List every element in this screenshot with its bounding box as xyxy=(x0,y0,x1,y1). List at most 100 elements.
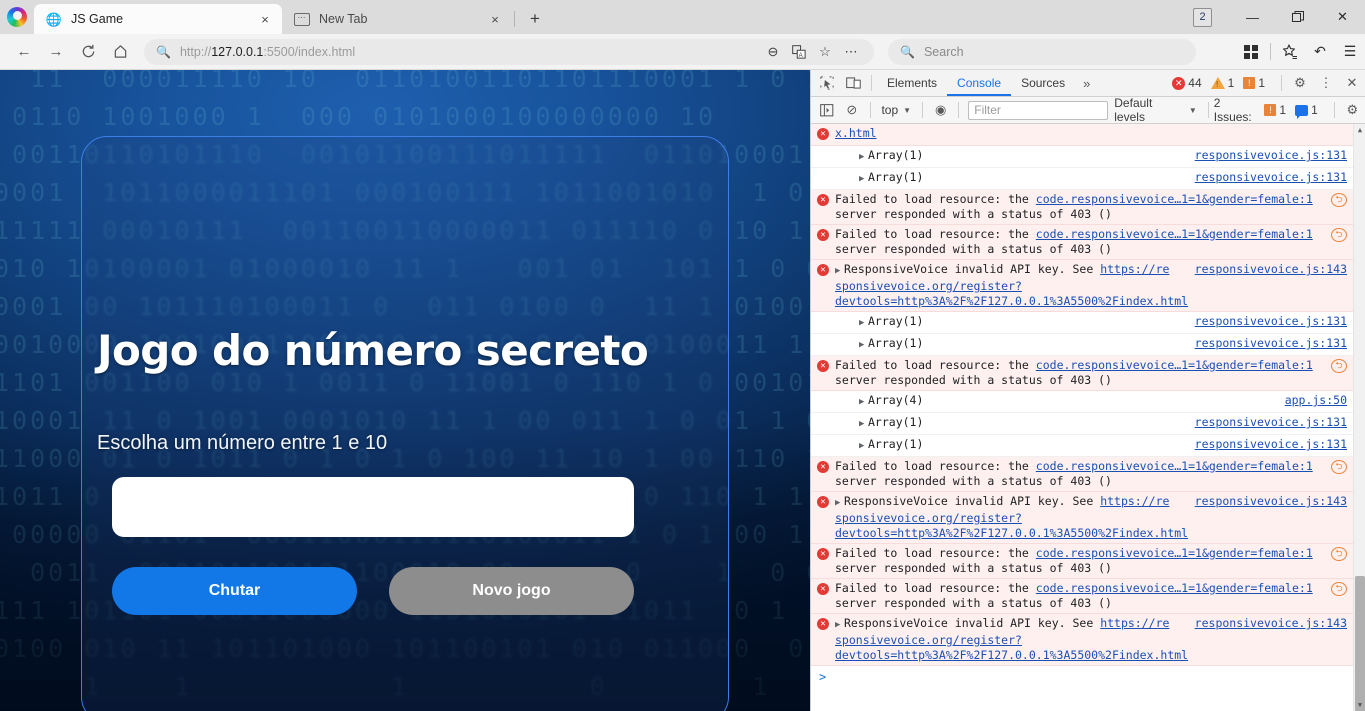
console-message-text: ▶ Array(1) xyxy=(835,336,1185,353)
console-message-row[interactable]: ✕ Failed to load resource: the code.respo… xyxy=(811,457,1353,492)
console-message-text: ▶ Array(1) xyxy=(835,148,1185,165)
console-message-row[interactable]: ▶ Array(1) responsivevoice.js:131 xyxy=(811,168,1353,190)
tab-console[interactable]: Console xyxy=(947,70,1011,96)
inspect-cursor-glyph xyxy=(820,76,834,90)
warning-count: 1 xyxy=(1227,76,1235,90)
devtools-kebab-icon[interactable]: ⋮ xyxy=(1313,71,1339,95)
reload-button[interactable] xyxy=(72,38,104,66)
console-source-link[interactable]: responsivevoice.js:131 xyxy=(1185,336,1347,350)
console-scrollbar[interactable]: ▲ ▼ xyxy=(1353,124,1365,711)
console-message-row[interactable]: ✕ x.html xyxy=(811,124,1353,146)
log-level-selector[interactable]: Default levels ▼ xyxy=(1108,96,1203,124)
console-message-row[interactable]: ✕ Failed to load resource: the code.respo… xyxy=(811,356,1353,391)
console-prompt[interactable]: > xyxy=(811,666,1353,688)
console-message-row[interactable]: ▶ Array(1) responsivevoice.js:131 xyxy=(811,312,1353,334)
console-source-link[interactable]: responsivevoice.js:143 xyxy=(1185,616,1347,630)
console-message-row[interactable]: ▶ Array(4) app.js:50 xyxy=(811,391,1353,413)
more-actions-icon[interactable]: ⋯ xyxy=(838,40,864,64)
favorites-icon[interactable] xyxy=(1275,38,1305,66)
close-window-button[interactable]: ✕ xyxy=(1320,0,1365,34)
console-message-text: Failed to load resource: the code.respon… xyxy=(835,192,1313,221)
toolbar-divider xyxy=(1270,43,1271,60)
device-toolbar-icon[interactable] xyxy=(840,71,866,95)
tab-strip: 🌐 JS Game × ⋯ New Tab × + 2 — ✕ xyxy=(0,0,1365,34)
console-message-row[interactable]: ✕ ▶ ResponsiveVoice invalid API key. See h… xyxy=(811,260,1353,312)
console-filter-input[interactable] xyxy=(968,100,1109,120)
devtools-divider xyxy=(871,75,872,91)
console-source-link[interactable]: responsivevoice.js:131 xyxy=(1185,415,1347,429)
console-message-row[interactable]: ✕ Failed to load resource: the code.respo… xyxy=(811,579,1353,614)
expand-triangle-icon: ▶ xyxy=(835,266,841,276)
devtools-settings-icon[interactable]: ⚙ xyxy=(1287,71,1313,95)
home-button[interactable] xyxy=(104,38,136,66)
javascript-context-selector[interactable]: top ▼ xyxy=(875,100,917,121)
browser-tab-js-game[interactable]: 🌐 JS Game × xyxy=(34,4,282,34)
back-button[interactable]: ← xyxy=(8,38,40,66)
scroll-up-arrow-icon[interactable]: ▲ xyxy=(1354,124,1365,136)
console-message-row[interactable]: ✕ ▶ ResponsiveVoice invalid API key. See h… xyxy=(811,492,1353,544)
console-message-row[interactable]: ✕ Failed to load resource: the code.respo… xyxy=(811,190,1353,225)
console-source-link[interactable]: responsivevoice.js:131 xyxy=(1185,437,1347,451)
error-icon: ✕ xyxy=(811,262,835,276)
console-source-link[interactable]: responsivevoice.js:143 xyxy=(1185,494,1347,508)
zoom-out-icon[interactable]: ⊖ xyxy=(760,40,786,64)
scrollbar-thumb[interactable] xyxy=(1355,576,1365,711)
console-source-link[interactable]: responsivevoice.js:143 xyxy=(1185,262,1347,276)
collections-icon[interactable] xyxy=(1236,38,1266,66)
minimize-button[interactable]: — xyxy=(1230,0,1275,34)
tab-sources[interactable]: Sources xyxy=(1011,70,1075,96)
console-message-row[interactable]: ▶ Array(1) responsivevoice.js:131 xyxy=(811,146,1353,168)
tab-close-icon[interactable]: × xyxy=(484,8,506,30)
console-source-link[interactable]: responsivevoice.js:131 xyxy=(1185,314,1347,328)
new-tab-button[interactable]: + xyxy=(521,4,549,32)
console-link: code.responsivevoice…1=1&gender=female:1 xyxy=(1035,227,1313,241)
tab-close-icon[interactable]: × xyxy=(254,8,276,30)
translate-icon[interactable]: A xyxy=(786,40,812,64)
filterbar-divider xyxy=(1333,102,1335,118)
novo-jogo-button[interactable]: Novo jogo xyxy=(389,567,634,615)
clear-console-icon[interactable]: ⊘ xyxy=(839,98,864,122)
expand-triangle-icon: ▶ xyxy=(859,419,865,429)
devtools-close-icon[interactable]: ✕ xyxy=(1339,71,1365,95)
inspect-element-icon[interactable] xyxy=(814,71,840,95)
network-request-icon[interactable]: ⮌ xyxy=(1331,228,1347,242)
address-bar[interactable]: 🔍 http://127.0.0.1:5500/index.html ⊖ A ☆… xyxy=(144,38,874,65)
favorite-star-icon[interactable]: ☆ xyxy=(812,40,838,64)
tab-elements[interactable]: Elements xyxy=(877,70,947,96)
more-tabs-icon[interactable]: » xyxy=(1075,70,1098,96)
devtools-issue-counters[interactable]: ✕ 44 1 ! 1 xyxy=(1172,76,1274,90)
console-message-row[interactable]: ▶ Array(1) responsivevoice.js:131 xyxy=(811,435,1353,457)
profile-badge[interactable]: 2 xyxy=(1193,7,1212,27)
guess-input[interactable] xyxy=(112,477,634,537)
error-icon: ✕ xyxy=(811,581,835,595)
console-source-link[interactable]: responsivevoice.js:131 xyxy=(1185,170,1347,184)
console-message-row[interactable]: ▶ Array(1) responsivevoice.js:131 xyxy=(811,334,1353,356)
network-request-icon[interactable]: ⮌ xyxy=(1331,582,1347,596)
issues-summary[interactable]: 2 Issues: ! 1 1 xyxy=(1214,96,1327,124)
network-request-icon[interactable]: ⮌ xyxy=(1331,359,1347,373)
browser-tab-new-tab[interactable]: ⋯ New Tab × xyxy=(282,4,512,34)
forward-button[interactable]: → xyxy=(40,38,72,66)
scroll-down-arrow-icon[interactable]: ▼ xyxy=(1354,699,1365,711)
console-message-row[interactable]: ✕ ▶ ResponsiveVoice invalid API key. See h… xyxy=(811,614,1353,666)
filterbar-divider xyxy=(958,102,960,118)
console-message-row[interactable]: ✕ Failed to load resource: the code.respo… xyxy=(811,544,1353,579)
console-message-row[interactable]: ✕ Failed to load resource: the code.respo… xyxy=(811,225,1353,260)
live-expression-eye-icon[interactable]: ◉ xyxy=(928,98,953,122)
console-source-link[interactable]: responsivevoice.js:131 xyxy=(1185,148,1347,162)
game-button-row: Chutar Novo jogo xyxy=(112,567,634,615)
console-settings-icon[interactable]: ⚙ xyxy=(1340,98,1365,122)
search-box[interactable]: 🔍 Search xyxy=(888,38,1196,65)
chutar-button[interactable]: Chutar xyxy=(112,567,357,615)
settings-menu-icon[interactable]: ☰ xyxy=(1335,38,1365,66)
expand-triangle-icon: ▶ xyxy=(859,174,865,184)
console-sidebar-icon[interactable] xyxy=(814,98,839,122)
maximize-button[interactable] xyxy=(1275,0,1320,34)
network-request-icon[interactable]: ⮌ xyxy=(1331,547,1347,561)
network-request-icon[interactable]: ⮌ xyxy=(1331,193,1347,207)
console-source-link[interactable]: app.js:50 xyxy=(1275,393,1347,407)
console-message-row[interactable]: ▶ Array(1) responsivevoice.js:131 xyxy=(811,413,1353,435)
history-icon[interactable]: ↶ xyxy=(1305,38,1335,66)
network-request-icon[interactable]: ⮌ xyxy=(1331,460,1347,474)
console-message-list[interactable]: ✕ x.html ▶ Array(1) responsivevoice.js:131 ▶ A… xyxy=(811,124,1365,711)
